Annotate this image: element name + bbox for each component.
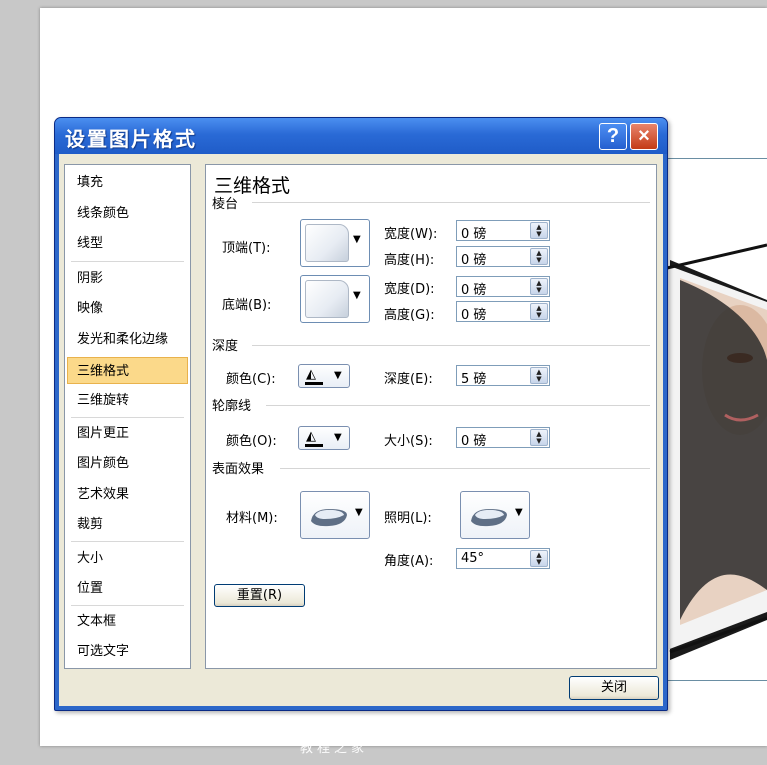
section-divider [266,405,650,406]
spinner-value: 0 磅 [461,308,487,323]
format-picture-dialog: 设置图片格式 ? × 填充 线条颜色 线型 阴影 映像 发光和柔化边缘 三维格式… [54,117,668,711]
spinner-arrows-icon[interactable]: ▲ ▼ [530,303,548,320]
section-depth: 深度 [212,339,239,354]
section-surface: 表面效果 [212,462,265,477]
help-icon[interactable]: ? [599,123,627,150]
bevel-bottom-width-label: 宽度(D): [384,282,435,297]
bevel-bottom-label: 底端(B): [222,298,272,313]
lighting-dropdown[interactable]: ▼ [460,491,530,539]
nav-item-artistic-effects[interactable]: 艺术效果 [65,481,190,508]
nav-item-picture-color[interactable]: 图片颜色 [65,450,190,477]
spinner-arrows-icon[interactable]: ▲ ▼ [530,429,548,446]
dialog-title: 设置图片格式 [65,127,197,151]
spinner-arrows-icon[interactable]: ▲ ▼ [530,248,548,265]
nav-item-crop[interactable]: 裁剪 [65,511,190,538]
material-preview-icon [311,509,347,527]
close-button[interactable]: 关闭 [569,676,659,700]
section-divider [252,202,650,203]
bevel-top-height-input[interactable]: 0 磅 ▲ ▼ [456,246,550,268]
reset-button[interactable]: 重置(R) [214,584,305,607]
spinner-value: 0 磅 [461,434,487,449]
chevron-down-icon: ▼ [355,507,363,518]
bevel-bottom-height-input[interactable]: 0 磅 ▲ ▼ [456,301,550,323]
bevel-bottom-height-label: 高度(G): [384,308,435,323]
bevel-top-height-label: 高度(H): [384,253,435,268]
nav-item-3d-format[interactable]: 三维格式 [67,357,188,384]
nav-item-shadow[interactable]: 阴影 [65,265,190,292]
3d-format-panel: 三维格式 棱台 顶端(T): ▼ 宽度(W): 0 磅 ▲ ▼ 高度(H): 0 … [205,164,657,669]
section-divider [280,468,650,469]
color-indicator [305,444,323,447]
lighting-label: 照明(L): [384,511,432,526]
nav-item-glow-soft-edges[interactable]: 发光和柔化边缘 [65,326,190,353]
slide-guide-line [660,680,767,681]
depth-label: 深度(E): [384,372,433,387]
nav-item-picture-corrections[interactable]: 图片更正 [65,420,190,447]
contour-color-label: 颜色(O): [226,434,277,449]
dialog-body: 填充 线条颜色 线型 阴影 映像 发光和柔化边缘 三维格式 三维旋转 图片更正 … [59,154,663,706]
spinner-value: 5 磅 [461,372,487,387]
bevel-top-width-input[interactable]: 0 磅 ▲ ▼ [456,220,550,242]
nav-separator [71,417,184,418]
nav-item-line-style[interactable]: 线型 [65,230,190,257]
color-indicator [305,382,323,385]
material-dropdown[interactable]: ▼ [300,491,370,539]
nav-item-text-box[interactable]: 文本框 [65,608,190,635]
dialog-titlebar[interactable]: 设置图片格式 ? × [55,118,667,154]
spinner-arrows-icon[interactable]: ▲ ▼ [530,367,548,384]
nav-item-fill[interactable]: 填充 [65,169,190,196]
angle-label: 角度(A): [384,554,434,569]
depth-color-label: 颜色(C): [226,372,276,387]
category-list: 填充 线条颜色 线型 阴影 映像 发光和柔化边缘 三维格式 三维旋转 图片更正 … [64,164,191,669]
chevron-down-icon: ▼ [334,432,342,443]
lighting-preview-icon [471,509,507,527]
nav-separator [71,261,184,262]
contour-color-button[interactable]: ◭ ▼ [298,426,350,450]
depth-input[interactable]: 5 磅 ▲ ▼ [456,365,550,387]
spinner-value: 0 磅 [461,253,487,268]
spinner-arrows-icon[interactable]: ▲ ▼ [530,222,548,239]
watermark-text: 教程之家 [300,741,369,756]
nav-item-line-color[interactable]: 线条颜色 [65,200,190,227]
bevel-preview-icon [305,280,349,318]
bevel-bottom-width-input[interactable]: 0 磅 ▲ ▼ [456,276,550,298]
chevron-down-icon: ▼ [353,234,361,245]
spinner-value: 0 磅 [461,283,487,298]
close-icon[interactable]: × [630,123,658,150]
bevel-top-width-label: 宽度(W): [384,227,438,242]
chevron-down-icon: ▼ [515,507,523,518]
angle-input[interactable]: 45° ▲ ▼ [456,548,550,569]
bevel-top-label: 顶端(T): [222,241,271,256]
contour-size-input[interactable]: 0 磅 ▲ ▼ [456,427,550,449]
nav-item-alt-text[interactable]: 可选文字 [65,638,190,665]
spinner-value: 45° [461,551,485,566]
bevel-top-dropdown[interactable]: ▼ [300,219,370,267]
bevel-preview-icon [305,224,349,262]
paint-bucket-icon: ◭ [306,429,316,444]
paint-bucket-icon: ◭ [306,367,316,382]
nav-item-reflection[interactable]: 映像 [65,295,190,322]
nav-separator [71,605,184,606]
section-contour: 轮廓线 [212,399,252,414]
nav-item-size[interactable]: 大小 [65,545,190,572]
nav-separator [71,541,184,542]
spinner-value: 0 磅 [461,227,487,242]
slide-guide-line [660,158,767,159]
bevel-bottom-dropdown[interactable]: ▼ [300,275,370,323]
section-bevel: 棱台 [212,197,239,212]
depth-color-button[interactable]: ◭ ▼ [298,364,350,388]
spinner-arrows-icon[interactable]: ▲ ▼ [530,550,548,567]
spinner-arrows-icon[interactable]: ▲ ▼ [530,278,548,295]
material-label: 材料(M): [226,511,278,526]
section-divider [252,345,650,346]
chevron-down-icon: ▼ [353,290,361,301]
chevron-down-icon: ▼ [334,370,342,381]
nav-item-3d-rotation[interactable]: 三维旋转 [65,387,190,414]
nav-item-position[interactable]: 位置 [65,575,190,602]
contour-size-label: 大小(S): [384,434,433,449]
